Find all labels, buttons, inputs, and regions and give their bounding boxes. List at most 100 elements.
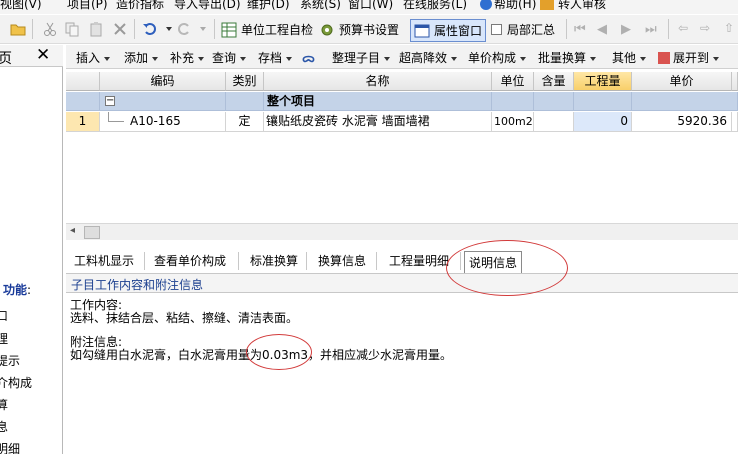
tab-standard-conversion[interactable]: 标准换算 xyxy=(250,252,298,269)
more-button[interactable]: ⇧ xyxy=(724,21,734,35)
table-row[interactable]: 1 A10-165 定 镶贴纸皮瓷砖 水泥膏 墙面墙裙 100m2 0 5920… xyxy=(66,112,738,132)
left-panel-title: 页 xyxy=(0,51,12,67)
partial-summary-checkbox[interactable]: 局部汇总 xyxy=(491,21,555,38)
other-menu[interactable]: 其他 xyxy=(612,49,647,66)
expand-to-menu[interactable]: 展开到 xyxy=(658,49,720,66)
supplement-menu[interactable]: 补充 xyxy=(170,49,205,66)
super-high-efficiency-menu[interactable]: 超高降效 xyxy=(399,49,458,66)
menu-transfer-review[interactable]: 转人审核 xyxy=(540,0,606,12)
menu-cost-index[interactable]: 造价指标 xyxy=(116,0,164,12)
property-window-toggle[interactable]: 属性窗口 xyxy=(410,19,487,42)
next-record-button[interactable]: ▶ xyxy=(621,22,631,37)
help-icon xyxy=(480,0,492,10)
column-header-unit[interactable]: 单位 xyxy=(492,72,534,91)
chevron-down-icon xyxy=(198,56,205,61)
column-header-code[interactable]: 编码 xyxy=(100,72,226,91)
function-label: 功能: xyxy=(3,283,32,297)
row-unit[interactable]: 100m2 xyxy=(492,112,534,132)
last-icon: ⏭ xyxy=(645,22,657,37)
insert-menu[interactable]: 插入 xyxy=(76,49,111,66)
left-list-item[interactable]: 息 xyxy=(0,418,8,435)
menu-window[interactable]: 窗口(W) xyxy=(348,0,393,12)
chevron-down-icon xyxy=(451,56,458,61)
chevron-down-icon xyxy=(104,56,111,61)
redo-button[interactable] xyxy=(176,21,206,37)
row-name[interactable]: 镶贴纸皮瓷砖 水泥膏 墙面墙裙 xyxy=(264,112,492,132)
column-header-overflow xyxy=(732,72,738,91)
left-list-item[interactable]: 提示 xyxy=(0,352,20,369)
arrow-up-icon: ⇧ xyxy=(724,21,735,35)
row-index: 1 xyxy=(66,112,100,132)
chevron-down-icon[interactable] xyxy=(200,27,206,31)
tab-conversion-info[interactable]: 换算信息 xyxy=(318,252,366,269)
batch-convert-menu[interactable]: 批量换算 xyxy=(538,49,597,66)
column-header-content[interactable]: 含量 xyxy=(534,72,574,91)
bottom-tabs: 工料机显示 查看单价构成 标准换算 换算信息 工程量明细 说明信息 xyxy=(66,250,738,274)
note-text: 如勾缝用白水泥膏，白水泥膏用量为0.03m3，并相应减少水泥膏用量。 xyxy=(70,348,453,362)
close-icon[interactable]: ✕ xyxy=(36,45,50,65)
row-category[interactable]: 定 xyxy=(226,112,264,132)
row-content[interactable] xyxy=(534,112,574,132)
left-list-item[interactable]: 算 xyxy=(0,396,8,413)
organize-items-menu[interactable]: 整理子目 xyxy=(332,49,391,66)
menu-import-export[interactable]: 导入导出(D) xyxy=(174,0,241,12)
table-row-group[interactable]: − 整个项目 xyxy=(66,92,738,111)
column-header-name[interactable]: 名称 xyxy=(264,72,492,91)
menu-maintain[interactable]: 维护(D) xyxy=(247,0,290,12)
toolbar-divider xyxy=(214,19,215,39)
tab-labor-material-machine[interactable]: 工料机显示 xyxy=(74,252,134,269)
last-record-button[interactable]: ⏭ xyxy=(645,22,657,37)
left-list-item[interactable]: 口 xyxy=(0,307,8,324)
chevron-down-icon xyxy=(384,56,391,61)
column-header-price[interactable]: 单价 xyxy=(632,72,732,91)
expand-icon xyxy=(658,52,670,64)
checkbox-icon xyxy=(491,24,502,35)
tab-description-info[interactable]: 说明信息 xyxy=(464,251,523,273)
first-record-button[interactable]: ⏮ xyxy=(574,22,586,37)
column-header-quantity[interactable]: 工程量 xyxy=(574,72,632,91)
folder-icon xyxy=(10,24,26,36)
archive-menu[interactable]: 存档 xyxy=(258,49,293,66)
query-menu[interactable]: 查询 xyxy=(212,49,247,66)
chevron-down-icon xyxy=(590,56,597,61)
forward-button[interactable]: ⇨ xyxy=(700,21,710,35)
info-header-title: 子目工作内容和附注信息 xyxy=(71,278,204,292)
budget-settings-button[interactable]: 预算书设置 xyxy=(319,21,399,38)
left-list-item[interactable]: 明细 xyxy=(0,440,20,454)
back-button[interactable]: ⇦ xyxy=(678,21,688,35)
menu-help[interactable]: 帮助(H) xyxy=(480,0,536,12)
prev-record-button[interactable]: ◀ xyxy=(597,22,607,37)
add-menu[interactable]: 添加 xyxy=(124,49,159,66)
unit-project-self-check-button[interactable]: 单位工程自检 xyxy=(221,21,313,38)
paste-icon xyxy=(90,22,102,37)
prev-icon: ◀ xyxy=(597,22,607,37)
left-list-item[interactable]: 理 xyxy=(0,330,8,347)
row-code-cell[interactable]: A10-165 xyxy=(100,112,226,132)
row-price[interactable]: 5920.36 xyxy=(632,112,732,132)
tab-unit-price-composition[interactable]: 查看单价构成 xyxy=(154,252,226,269)
info-content[interactable]: 工作内容: 选料、抹结合层、粘结、擦缝、清洁表面。 附注信息: 如勾缝用白水泥膏… xyxy=(66,293,738,454)
chevron-down-icon xyxy=(713,56,720,61)
scroll-thumb[interactable] xyxy=(84,226,100,239)
delete-button[interactable] xyxy=(112,21,132,37)
menu-project[interactable]: 项目(P) xyxy=(67,0,108,12)
chevron-down-icon[interactable] xyxy=(166,27,172,31)
horizontal-scrollbar[interactable]: ◂ xyxy=(66,223,738,240)
column-header-category[interactable]: 类别 xyxy=(226,72,264,91)
menu-view[interactable]: 视图(V) xyxy=(0,0,42,12)
collapse-toggle[interactable]: − xyxy=(105,96,115,106)
paste-button[interactable] xyxy=(88,21,108,37)
tab-quantity-detail[interactable]: 工程量明细 xyxy=(389,252,449,269)
unit-price-composition-menu[interactable]: 单价构成 xyxy=(468,49,527,66)
find-button[interactable]: ᯅ xyxy=(302,49,315,66)
menu-system[interactable]: 系统(S) xyxy=(300,0,341,12)
left-list-item[interactable]: 介构成 xyxy=(0,374,32,391)
undo-button[interactable] xyxy=(142,21,172,37)
menu-online-service[interactable]: 在线服务(L) xyxy=(403,0,467,12)
open-folder-button[interactable] xyxy=(10,21,30,37)
cut-button[interactable] xyxy=(42,21,62,37)
scroll-left-icon[interactable]: ◂ xyxy=(70,225,75,236)
row-quantity[interactable]: 0 xyxy=(574,112,632,132)
redo-icon xyxy=(178,23,189,35)
copy-button[interactable] xyxy=(64,21,84,37)
